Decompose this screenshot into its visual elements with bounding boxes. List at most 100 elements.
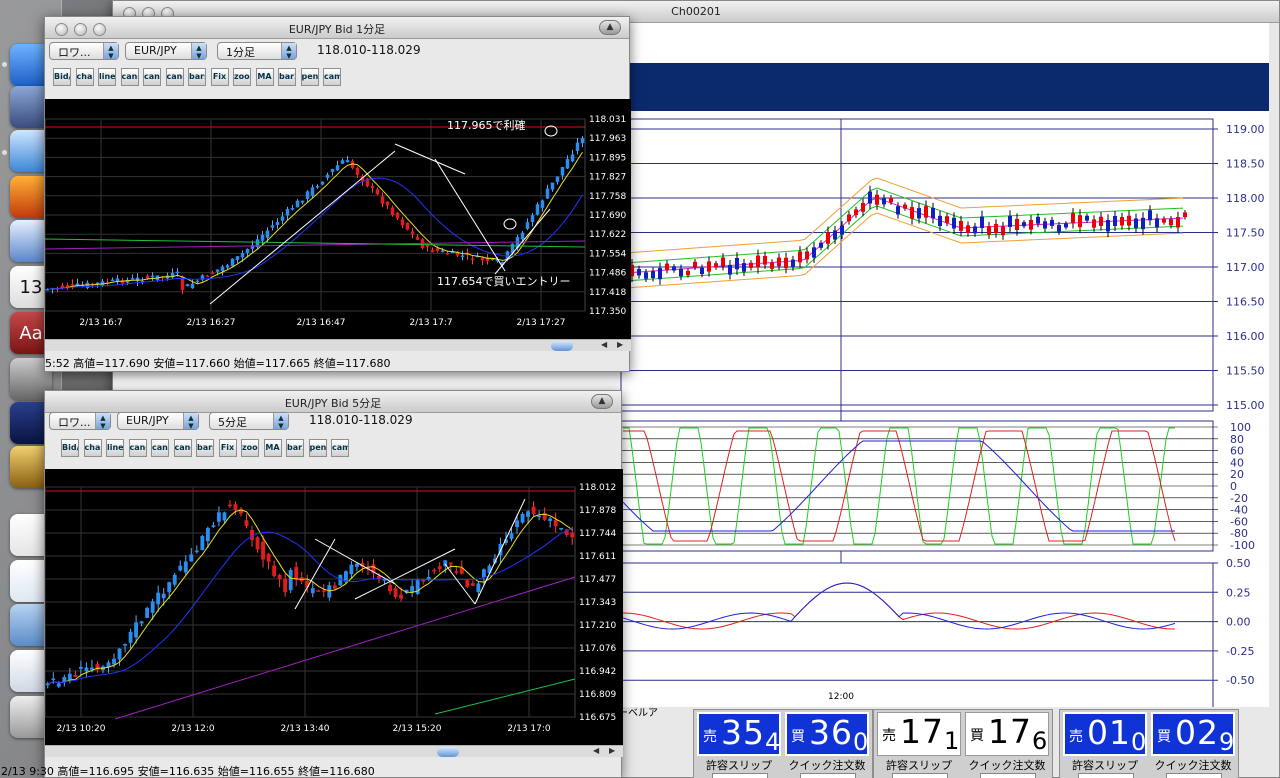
- toolbar-button-fix[interactable]: Fix: [210, 68, 229, 86]
- toolbar-button-candle1[interactable]: candle1: [128, 439, 147, 457]
- candle: [833, 230, 837, 240]
- candle: [399, 594, 404, 599]
- scroll-right-icon[interactable]: ▶: [617, 340, 623, 349]
- toolbar-button-camera[interactable]: camera: [323, 68, 341, 86]
- period-dropdown-5min[interactable]: 5分足 ▲ ▼: [209, 412, 289, 430]
- quick-order-input[interactable]: [980, 773, 1036, 778]
- title-bar-1min[interactable]: EUR/JPY Bid 1分足 ▲: [45, 17, 629, 39]
- title-bar-5min[interactable]: EUR/JPY Bid 5分足 ▲: [45, 391, 621, 413]
- candle: [410, 586, 415, 593]
- moving-average-mid: [47, 527, 573, 685]
- candle: [150, 275, 155, 278]
- toolbar-button-candle2[interactable]: candle2: [151, 439, 169, 457]
- pair-dropdown-5min[interactable]: EUR/JPY ▲ ▼: [117, 412, 199, 430]
- toolbar-button-bid-ask[interactable]: Bid/Ask: [61, 439, 79, 457]
- candlestick-chart-1min: 118.031 117.963 117.895 117.827 117.758 117.6…: [45, 115, 626, 328]
- exit-annotation: 117.965で利確: [447, 118, 526, 132]
- candle: [693, 261, 697, 268]
- scroll-left-icon[interactable]: ◀: [593, 746, 599, 755]
- toolbar-button-ma-fix[interactable]: MA FIX: [263, 439, 282, 457]
- macd-panel: [620, 562, 1214, 707]
- candle: [868, 191, 872, 204]
- toolbar-button-candle2[interactable]: candle2: [143, 68, 161, 86]
- candle: [791, 259, 795, 268]
- candle: [205, 275, 210, 278]
- slippage-label: 許容スリップ: [886, 759, 952, 772]
- sell-button[interactable]: 売 17 1: [877, 712, 961, 756]
- toolbar-button-bar2[interactable]: bar2: [278, 68, 296, 86]
- toolbar-button-chart[interactable]: chart: [83, 439, 102, 457]
- macd-axis-label: -0.50: [1226, 674, 1254, 687]
- candle: [1113, 216, 1117, 227]
- toolbar-button-camera[interactable]: camera: [331, 439, 349, 457]
- horizontal-scrollbar[interactable]: ◀ ▶: [45, 745, 623, 757]
- toolbar-button-bars[interactable]: bars: [196, 439, 214, 457]
- scroll-right-icon[interactable]: ▶: [609, 746, 615, 755]
- candle: [437, 566, 442, 570]
- toolbar-button-pen[interactable]: pen: [300, 68, 319, 86]
- toolbar-button-fix[interactable]: Fix: [218, 439, 237, 457]
- sell-price-big: 17: [900, 712, 944, 751]
- buy-button[interactable]: 買 17 6: [965, 712, 1049, 756]
- candle: [679, 268, 683, 277]
- slippage-input[interactable]: [712, 773, 768, 778]
- candle: [805, 251, 809, 260]
- candle: [340, 160, 345, 164]
- quick-order-input[interactable]: [1166, 773, 1222, 778]
- toolbar-toggle-button[interactable]: ▲: [591, 394, 613, 409]
- toolbar-button-candle1[interactable]: candle1: [120, 68, 139, 86]
- chevron-updown-icon: ▲ ▼: [191, 43, 206, 60]
- toolbar-button-candle3[interactable]: candle3: [165, 68, 184, 86]
- candle: [178, 565, 183, 571]
- candle: [537, 515, 542, 518]
- candle: [756, 255, 760, 268]
- scroll-left-icon[interactable]: ◀: [601, 340, 607, 349]
- toolbar-button-line[interactable]: line: [98, 68, 116, 86]
- y-axis-label: 116.675: [579, 713, 616, 723]
- quick-order-input[interactable]: [800, 773, 856, 778]
- period-dropdown-1min[interactable]: 1分足 ▲ ▼: [217, 42, 297, 60]
- candlestick-chart-5min: 118.012 117.878 117.744 117.611 117.477 117.3…: [45, 483, 616, 734]
- y-axis-label: 117.895: [589, 153, 626, 163]
- candle: [735, 257, 739, 270]
- candle: [270, 225, 275, 228]
- candle: [211, 525, 216, 527]
- scroll-thumb[interactable]: [437, 747, 459, 757]
- sell-button[interactable]: 売 35 4: [697, 712, 781, 756]
- buy-button[interactable]: 買 36 0: [785, 712, 869, 756]
- candle: [910, 207, 914, 219]
- toolbar-toggle-button[interactable]: ▲: [599, 20, 621, 35]
- sell-button[interactable]: 売 01 0: [1063, 712, 1147, 756]
- candle: [265, 230, 270, 238]
- first-dropdown-5min[interactable]: ロワ... ▲ ▼: [49, 412, 111, 430]
- candle: [826, 232, 830, 244]
- slippage-input[interactable]: [892, 773, 948, 778]
- toolbar-button-pen[interactable]: pen: [308, 439, 327, 457]
- candle: [280, 216, 285, 221]
- toolbar-button-zoom[interactable]: zoom: [241, 439, 259, 457]
- candle: [530, 215, 535, 223]
- x-axis-label: 2/13 12:0: [171, 724, 215, 734]
- buy-button[interactable]: 買 02 9: [1151, 712, 1235, 756]
- candle: [1183, 212, 1187, 218]
- entry-annotation: 117.654で買いエントリー: [437, 275, 571, 288]
- y-axis-label: 117.878: [579, 506, 616, 516]
- toolbar-button-candle3[interactable]: candle3: [173, 439, 192, 457]
- order-panel: 売 01 0 買 02 9 許容スリップ クイック注文数: [1059, 709, 1239, 778]
- y-axis-label: 116.809: [579, 690, 616, 700]
- candle: [354, 563, 359, 567]
- first-dropdown-1min[interactable]: ロワ... ▲ ▼: [49, 42, 119, 60]
- toolbar-button-chart[interactable]: chart: [75, 68, 94, 86]
- slippage-input[interactable]: [1078, 773, 1134, 778]
- toolbar-button-bars[interactable]: bars: [188, 68, 206, 86]
- toolbar-button-ma-fix[interactable]: MA FIX: [255, 68, 274, 86]
- candle: [388, 585, 392, 592]
- scroll-thumb[interactable]: [551, 341, 573, 351]
- pair-dropdown-1min[interactable]: EUR/JPY ▲ ▼: [125, 42, 207, 60]
- horizontal-scrollbar[interactable]: ◀ ▶: [45, 339, 631, 351]
- toolbar-button-line[interactable]: line: [106, 439, 124, 457]
- toolbar-button-bar2[interactable]: bar2: [286, 439, 304, 457]
- toolbar-button-zoom[interactable]: zoom: [233, 68, 251, 86]
- sell-price-small: 4: [765, 728, 781, 756]
- toolbar-button-bid-ask[interactable]: Bid/Ask: [53, 68, 71, 86]
